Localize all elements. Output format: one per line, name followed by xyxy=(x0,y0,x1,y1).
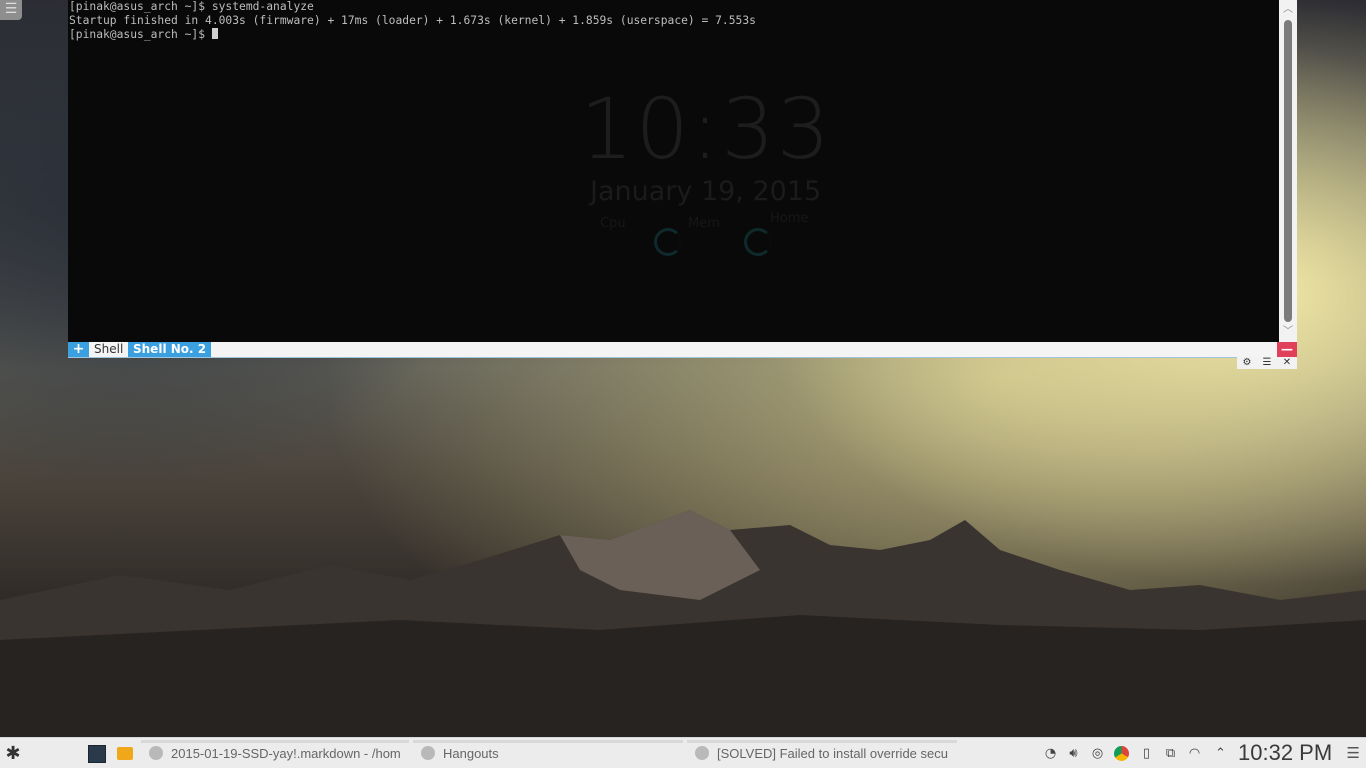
wifi-icon[interactable]: ◠ xyxy=(1187,746,1202,761)
terminal-line: [pinak@asus_arch ~]$ systemd-analyze xyxy=(69,0,314,13)
terminal-window[interactable]: 10:33 January 19, 2015 Cpu Mem Home [pin… xyxy=(68,0,1297,342)
panel-handle[interactable]: ☰ xyxy=(0,0,22,20)
folder-launcher-icon[interactable] xyxy=(117,747,133,760)
scroll-up-icon[interactable]: ︿ xyxy=(1279,2,1297,18)
chrome-icon xyxy=(695,746,709,760)
clock[interactable]: 10:32 PM xyxy=(1238,738,1332,768)
terminal-prompt: [pinak@asus_arch ~]$ xyxy=(69,28,212,41)
task-browser[interactable]: [SOLVED] Failed to install override secu xyxy=(687,738,957,768)
task-indicator xyxy=(141,740,409,743)
terminal-controls: ⚙ ☰ ✕ xyxy=(1237,357,1297,369)
widget-label-cpu: Cpu xyxy=(600,216,626,231)
tray-expand-icon[interactable]: ⌃ xyxy=(1213,746,1228,761)
panel-menu-icon[interactable]: ☰ xyxy=(1347,738,1360,768)
terminal-prompt-line[interactable]: [pinak@asus_arch ~]$ xyxy=(69,28,1277,42)
chat-icon xyxy=(421,746,435,760)
steam-icon[interactable]: ◎ xyxy=(1090,746,1105,761)
scroll-down-icon[interactable]: ﹀ xyxy=(1279,324,1297,340)
gear-icon[interactable]: ⚙ xyxy=(1237,357,1257,369)
volume-icon[interactable]: 🔊︎ xyxy=(1066,746,1081,761)
clipboard-icon[interactable]: ◔ xyxy=(1043,746,1058,761)
task-label: Hangouts xyxy=(443,745,499,761)
widget-clock-time: 10:33 xyxy=(580,80,833,178)
widget-mem-ring xyxy=(744,228,772,256)
widget-cpu-ring xyxy=(654,228,682,256)
terminal-launcher-icon[interactable] xyxy=(88,745,106,763)
close-tab-button[interactable]: — xyxy=(1277,342,1297,357)
widget-label-mem: Mem xyxy=(688,216,720,231)
task-indicator xyxy=(413,740,683,743)
chrome-tray-icon[interactable] xyxy=(1114,746,1129,761)
wallpaper-mountains xyxy=(0,510,1366,740)
scrollbar-thumb[interactable] xyxy=(1284,20,1292,322)
devices-icon[interactable]: ⧉ xyxy=(1163,746,1178,761)
terminal-line: Startup finished in 4.003s (firmware) + … xyxy=(69,14,756,27)
kde-menu-icon[interactable]: ✱ xyxy=(3,738,23,768)
task-label: [SOLVED] Failed to install override secu xyxy=(717,745,948,761)
widget-clock-date: January 19, 2015 xyxy=(590,176,822,207)
taskbar: ✱ 2015-01-19-SSD-yay!.markdown - /hom Ha… xyxy=(0,737,1366,768)
document-icon xyxy=(149,746,163,760)
task-indicator xyxy=(687,740,957,743)
new-tab-button[interactable]: + xyxy=(68,342,89,357)
desktop-pager[interactable] xyxy=(30,741,76,765)
task-editor[interactable]: 2015-01-19-SSD-yay!.markdown - /hom xyxy=(141,738,409,768)
tab-shell[interactable]: Shell xyxy=(89,342,128,357)
battery-icon[interactable]: ▯ xyxy=(1139,746,1154,761)
close-terminal-button[interactable]: ✕ xyxy=(1277,357,1297,369)
terminal-tab-bar: + Shell Shell No. 2 — xyxy=(68,342,1297,358)
tab-shell-no-2[interactable]: Shell No. 2 xyxy=(128,342,212,357)
task-label: 2015-01-19-SSD-yay!.markdown - /hom xyxy=(171,745,401,761)
widget-label-home: Home xyxy=(770,211,809,226)
menu-icon[interactable]: ☰ xyxy=(1257,357,1277,369)
task-hangouts[interactable]: Hangouts xyxy=(413,738,683,768)
terminal-output[interactable]: [pinak@asus_arch ~]$ systemd-analyze Star… xyxy=(69,0,1277,42)
terminal-cursor xyxy=(211,28,218,39)
terminal-scrollbar[interactable]: ︿ ﹀ xyxy=(1279,0,1297,342)
